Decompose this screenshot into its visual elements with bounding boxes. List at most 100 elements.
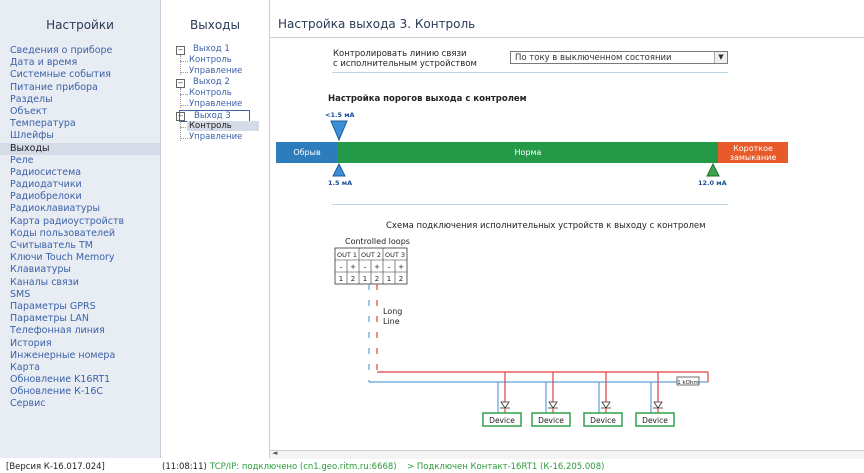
sign-2: +: [350, 263, 356, 271]
device-label-3: Device: [590, 416, 616, 425]
settings-title: Настройки: [46, 18, 114, 32]
settings-item[interactable]: Коды пользователей: [0, 228, 160, 240]
tree-branch: [180, 138, 188, 139]
settings-panel: Настройки Сведения о приборе Дата и время…: [0, 0, 161, 458]
zone-short-label-2: замыкание: [729, 153, 777, 162]
tree-child-control[interactable]: Контроль: [189, 55, 232, 65]
control-mode-value: По току в выключенном состоянии: [515, 53, 672, 63]
settings-item[interactable]: Параметры LAN: [0, 313, 160, 325]
tree-collapse-icon[interactable]: −: [176, 46, 185, 55]
sign-6: +: [398, 263, 404, 271]
zone-short: Короткое замыкание: [718, 142, 788, 163]
pin-1: 1: [339, 275, 343, 283]
main-panel: Настройка выхода 3. Контроль Контролиров…: [270, 0, 864, 458]
tree-branch: [180, 105, 188, 106]
settings-item[interactable]: История: [0, 338, 160, 350]
tree-child-management[interactable]: Управление: [189, 66, 242, 76]
zone-break: Обрыв: [276, 142, 338, 163]
tree-child-management[interactable]: Управление: [189, 99, 242, 109]
version-label: [Версия К-16.017.024]: [6, 462, 105, 472]
outputs-title: Выходы: [190, 18, 240, 32]
tree-node-output-2[interactable]: Выход 2: [193, 77, 230, 87]
tree-branch: [180, 94, 188, 95]
settings-item[interactable]: Системные события: [0, 69, 160, 81]
tree-child-control[interactable]: Контроль: [189, 88, 232, 98]
out1-label: OUT 1: [337, 251, 357, 259]
status-connected: > Подключен Контакт-16RT1 (К-16.205.008): [407, 462, 605, 472]
bottom-right-threshold-handle[interactable]: [706, 163, 720, 177]
settings-list: Сведения о приборе Дата и время Системные …: [0, 45, 160, 411]
loops-title: Controlled loops: [345, 237, 410, 246]
out3-label: OUT 3: [385, 251, 405, 259]
settings-item[interactable]: Карта радиоустройств: [0, 216, 160, 228]
status-tcp: TCP/IP: подключено (cn1.geo.ritm.ru:6668…: [210, 462, 397, 472]
control-label-line2: с исполнительным устройством: [333, 59, 477, 69]
bottom-right-threshold-label: 12.0 мА: [698, 179, 727, 187]
settings-item[interactable]: Радиодатчики: [0, 179, 160, 191]
header-divider: [270, 37, 864, 38]
settings-item[interactable]: Считыватель ТМ: [0, 240, 160, 252]
settings-item[interactable]: Каналы связи: [0, 277, 160, 289]
settings-item[interactable]: Температура: [0, 118, 160, 130]
settings-item[interactable]: Ключи Touch Memory: [0, 252, 160, 264]
settings-item[interactable]: Обновление K16RT1: [0, 374, 160, 386]
status-bar: [Версия К-16.017.024] (11:08:11) TCP/IP:…: [0, 461, 864, 473]
device-boxes: Device Device Device Device: [482, 412, 675, 427]
device-label-1: Device: [489, 416, 515, 425]
control-mode-select[interactable]: По току в выключенном состоянии ▼: [510, 51, 728, 64]
thresholds-title: Настройка порогов выхода с контролем: [328, 94, 527, 104]
bottom-left-threshold-handle[interactable]: [332, 163, 346, 177]
tree-child-management[interactable]: Управление: [189, 132, 242, 142]
tree-branch: [180, 72, 188, 73]
settings-item[interactable]: Параметры GPRS: [0, 301, 160, 313]
settings-item[interactable]: Питание прибора: [0, 82, 160, 94]
settings-item[interactable]: Телефонная линия: [0, 325, 160, 337]
zone-break-label: Обрыв: [293, 148, 321, 157]
settings-item[interactable]: Инженерные номера: [0, 350, 160, 362]
settings-item[interactable]: Дата и время: [0, 57, 160, 69]
terminal-block: OUT 1 OUT 2 OUT 3 – + – + – + 1 2 1 2 1 …: [334, 247, 408, 285]
settings-item[interactable]: Сервис: [0, 398, 160, 410]
settings-item[interactable]: Карта: [0, 362, 160, 374]
horizontal-scrollbar[interactable]: ◄: [270, 449, 864, 459]
page-title: Настройка выхода 3. Контроль: [278, 17, 476, 31]
section-divider: [332, 72, 728, 73]
wires: [368, 284, 709, 413]
tree-child-control[interactable]: Контроль: [187, 121, 259, 131]
device-label-2: Device: [538, 416, 564, 425]
settings-item[interactable]: Реле: [0, 155, 160, 167]
sign-4: +: [374, 263, 380, 271]
settings-item[interactable]: Сведения о приборе: [0, 45, 160, 57]
long-line-label-2: Line: [383, 317, 400, 326]
tree-collapse-icon[interactable]: −: [176, 79, 185, 88]
scroll-left-icon[interactable]: ◄: [272, 449, 277, 457]
settings-item[interactable]: Радиосистема: [0, 167, 160, 179]
zone-short-label-1: Короткое: [733, 144, 773, 153]
out2-label: OUT 2: [361, 251, 381, 259]
settings-item[interactable]: Объект: [0, 106, 160, 118]
pin-3: 1: [363, 275, 367, 283]
tree-node-output-1[interactable]: Выход 1: [193, 44, 230, 54]
settings-item[interactable]: Радиоклавиатуры: [0, 203, 160, 215]
settings-item[interactable]: Клавиатуры: [0, 264, 160, 276]
settings-item[interactable]: Выходы: [0, 142, 160, 155]
settings-item[interactable]: Радиобрелоки: [0, 191, 160, 203]
sign-1: –: [339, 263, 343, 271]
zone-norm-label: Норма: [514, 148, 542, 157]
long-line-label-1: Long: [383, 307, 402, 316]
bottom-left-threshold-label: 1.5 мА: [328, 179, 353, 187]
top-threshold-handle[interactable]: [330, 120, 348, 144]
pin-6: 2: [399, 275, 403, 283]
settings-item[interactable]: Обновление К-16С: [0, 386, 160, 398]
outputs-panel: Выходы − Выход 1 Контроль Управление − Выход …: [161, 0, 270, 458]
settings-item[interactable]: Шлейфы: [0, 130, 160, 142]
sign-5: –: [387, 263, 391, 271]
top-threshold-label: <1.5 мА: [325, 111, 355, 119]
pin-4: 2: [375, 275, 379, 283]
resistor-label: 1 kOhm: [677, 380, 699, 386]
chevron-down-icon[interactable]: ▼: [714, 52, 727, 63]
settings-item[interactable]: Разделы: [0, 94, 160, 106]
settings-item[interactable]: SMS: [0, 289, 160, 301]
diode-icons: [500, 401, 663, 413]
sign-3: –: [363, 263, 367, 271]
